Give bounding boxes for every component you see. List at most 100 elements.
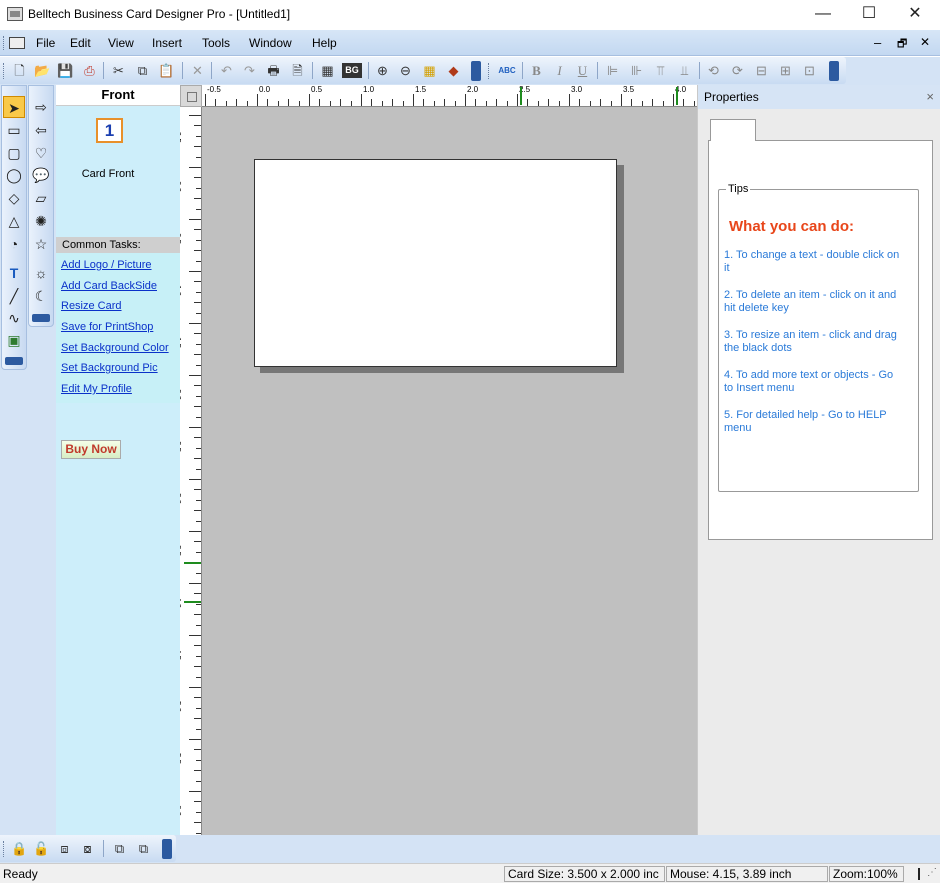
mdi-minimize-button[interactable]: –: [874, 35, 881, 50]
print-preview-icon[interactable]: 🗎: [288, 61, 307, 80]
burst-icon[interactable]: ✺: [30, 210, 52, 232]
center-v-icon[interactable]: ⊞: [776, 61, 795, 80]
ruler-tick: [267, 99, 269, 106]
bring-front-icon[interactable]: ⧉: [110, 839, 129, 858]
zoom-in-icon[interactable]: ⊕: [373, 61, 392, 80]
app-icon[interactable]: [7, 7, 23, 21]
task-edit-my-profile[interactable]: Edit My Profile: [61, 383, 132, 395]
arc-icon[interactable]: ◔: [3, 233, 25, 255]
center-both-icon[interactable]: ⊡: [800, 61, 819, 80]
star-icon[interactable]: ☆: [30, 233, 52, 255]
paste-icon[interactable]: 📋: [157, 61, 176, 80]
new-icon[interactable]: 🗋: [10, 61, 29, 80]
task-resize-card[interactable]: Resize Card: [61, 300, 122, 312]
ruler-tick: [196, 447, 201, 449]
arrow-left-icon[interactable]: ⇦: [30, 119, 52, 141]
rotate-left-icon[interactable]: ⟲: [704, 61, 723, 80]
mdi-restore-button[interactable]: 🗗: [897, 35, 907, 54]
image-icon[interactable]: ▣: [3, 329, 25, 351]
line-icon[interactable]: ╱: [3, 285, 25, 307]
bold-icon[interactable]: B: [527, 61, 546, 80]
ruler-tick: [196, 780, 201, 782]
delete-icon[interactable]: ✕: [188, 61, 207, 80]
rounded-rectangle-icon[interactable]: ▢: [3, 142, 25, 164]
align-right-icon[interactable]: ⊪: [627, 61, 646, 80]
toolbar-grip[interactable]: [488, 63, 491, 79]
document-icon[interactable]: [9, 37, 25, 49]
pdf-icon[interactable]: ⎙: [80, 61, 99, 80]
moon-icon[interactable]: ☾: [30, 285, 52, 307]
minimize-button[interactable]: —: [800, 0, 846, 30]
menu-view[interactable]: View: [108, 36, 134, 50]
ruler-tick: [189, 323, 201, 324]
ruler-corner-button[interactable]: [180, 85, 202, 107]
page-thumbnail-front[interactable]: 1: [96, 118, 123, 143]
drawing-overflow[interactable]: [32, 314, 50, 322]
grid-icon[interactable]: ▦: [420, 61, 439, 80]
lock-icon[interactable]: 🔒: [10, 839, 29, 858]
text-icon[interactable]: T: [3, 262, 25, 284]
task-set-background-pic[interactable]: Set Background Pic: [61, 362, 158, 374]
redo-icon[interactable]: ↷: [240, 61, 259, 80]
align-bottom-icon[interactable]: ⫫: [675, 61, 694, 80]
center-h-icon[interactable]: ⊟: [752, 61, 771, 80]
rotate-right-icon[interactable]: ⟳: [728, 61, 747, 80]
design-canvas[interactable]: [202, 107, 697, 835]
menubar-grip[interactable]: [3, 36, 6, 50]
parallelogram-icon[interactable]: ▱: [30, 187, 52, 209]
send-back-icon[interactable]: ⧉: [134, 839, 153, 858]
drawing-overflow[interactable]: [5, 357, 23, 365]
unlock-icon[interactable]: 🔓: [32, 839, 51, 858]
menu-tools[interactable]: Tools: [202, 36, 230, 50]
toolbar-overflow[interactable]: [471, 61, 481, 81]
task-add-logo-picture[interactable]: Add Logo / Picture: [61, 259, 152, 271]
ellipse-icon[interactable]: ◯: [3, 164, 25, 186]
pointer-icon[interactable]: ➤: [3, 96, 25, 118]
mdi-close-button[interactable]: ✕: [920, 35, 930, 49]
properties-close-button[interactable]: ×: [926, 89, 934, 104]
open-icon[interactable]: 📂: [33, 61, 52, 80]
toolbar-grip[interactable]: [3, 63, 6, 79]
align-top-icon[interactable]: ⫪: [651, 61, 670, 80]
fill-icon[interactable]: ◆: [444, 61, 463, 80]
zoom-out-icon[interactable]: ⊖: [396, 61, 415, 80]
speech-bubble-icon[interactable]: 💬: [30, 164, 52, 186]
spellcheck-icon[interactable]: ABC: [495, 61, 519, 80]
underline-icon[interactable]: U: [573, 61, 592, 80]
close-button[interactable]: ✕: [892, 0, 938, 30]
print-icon[interactable]: 🖶: [264, 61, 283, 80]
buy-now-button[interactable]: Buy Now: [61, 440, 121, 459]
menu-file[interactable]: File: [36, 36, 55, 50]
diamond-icon[interactable]: ◇: [3, 187, 25, 209]
task-save-for-printshop[interactable]: Save for PrintShop: [61, 321, 153, 333]
menu-help[interactable]: Help: [312, 36, 337, 50]
maximize-button[interactable]: ☐: [846, 0, 892, 30]
rectangle-icon[interactable]: ▭: [3, 119, 25, 141]
task-add-card-backside[interactable]: Add Card BackSide: [61, 280, 157, 292]
toolbar-overflow[interactable]: [162, 839, 172, 859]
save-icon[interactable]: 💾: [56, 61, 75, 80]
curve-icon[interactable]: ∿: [3, 307, 25, 329]
properties-tab[interactable]: [710, 119, 756, 141]
callout-icon[interactable]: ♡: [30, 142, 52, 164]
menu-window[interactable]: Window: [249, 36, 292, 50]
menu-edit[interactable]: Edit: [70, 36, 91, 50]
task-set-background-color[interactable]: Set Background Color: [61, 342, 169, 354]
italic-icon[interactable]: I: [550, 61, 569, 80]
undo-icon[interactable]: ↶: [217, 61, 236, 80]
triangle-icon[interactable]: △: [3, 210, 25, 232]
align-left-icon[interactable]: ⊫: [603, 61, 622, 80]
card-layout-icon[interactable]: ▦: [318, 61, 337, 80]
menu-insert[interactable]: Insert: [152, 36, 182, 50]
background-icon[interactable]: BG: [342, 63, 362, 78]
toolbar-overflow[interactable]: [829, 61, 839, 81]
business-card-front[interactable]: [254, 159, 617, 367]
resize-grip-icon[interactable]: ⋰: [927, 867, 937, 878]
arrow-right-icon[interactable]: ⇨: [30, 96, 52, 118]
copy-icon[interactable]: ⧉: [133, 61, 152, 80]
sun-icon[interactable]: ☼: [30, 262, 52, 284]
cut-icon[interactable]: ✂: [109, 61, 128, 80]
group-icon[interactable]: ⧈: [55, 839, 74, 858]
ungroup-icon[interactable]: ⧇: [78, 839, 97, 858]
toolbar-grip[interactable]: [3, 841, 6, 857]
